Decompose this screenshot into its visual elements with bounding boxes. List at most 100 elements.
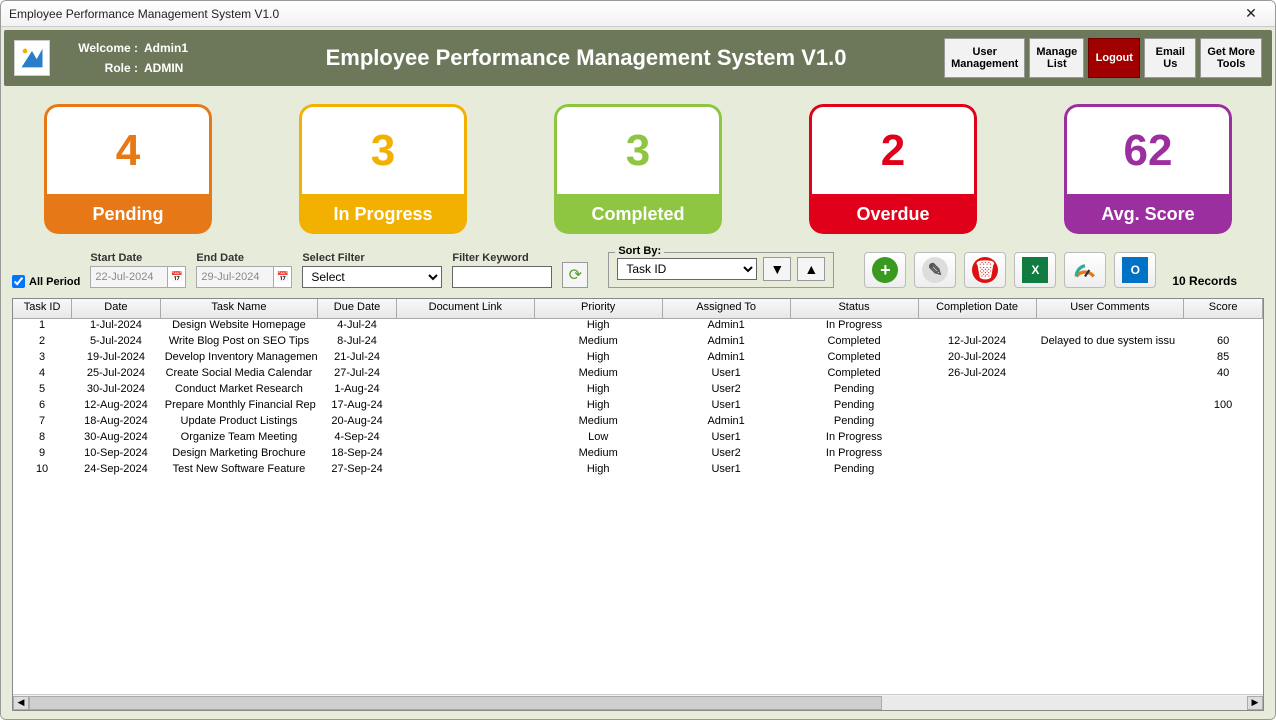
- export-excel-button[interactable]: X: [1014, 252, 1056, 288]
- cell: Low: [535, 431, 663, 447]
- cell: Update Product Listings: [161, 415, 318, 431]
- cell: 27-Sep-24: [318, 463, 397, 479]
- end-date-input[interactable]: [196, 266, 274, 288]
- scroll-track[interactable]: [29, 696, 1247, 710]
- table-row[interactable]: 530-Jul-2024Conduct Market Research1-Aug…: [13, 383, 1263, 399]
- table-row[interactable]: 1024-Sep-2024Test New Software Feature27…: [13, 463, 1263, 479]
- email-us-button[interactable]: EmailUs: [1144, 38, 1196, 78]
- card-pending-count: 4: [44, 104, 212, 194]
- cell: 10: [13, 463, 72, 479]
- all-period-checkbox[interactable]: All Period: [12, 275, 80, 288]
- cell: 20-Aug-24: [318, 415, 397, 431]
- sort-desc-button[interactable]: ▼: [763, 257, 791, 281]
- add-button[interactable]: +: [864, 252, 906, 288]
- get-more-tools-button[interactable]: Get MoreTools: [1200, 38, 1262, 78]
- scroll-left-icon[interactable]: ◀: [13, 696, 29, 710]
- col-taskname[interactable]: Task Name: [161, 299, 318, 318]
- user-management-button[interactable]: UserManagement: [944, 38, 1025, 78]
- welcome-label: Welcome :: [68, 41, 138, 55]
- cell: 20-Jul-2024: [919, 351, 1037, 367]
- card-avg-score-value: 62: [1064, 104, 1232, 194]
- all-period-input[interactable]: [12, 275, 25, 288]
- cell: [919, 415, 1037, 431]
- cell: [397, 383, 535, 399]
- excel-icon: X: [1022, 257, 1048, 283]
- table-row[interactable]: 718-Aug-2024Update Product Listings20-Au…: [13, 415, 1263, 431]
- cell: 19-Jul-2024: [72, 351, 161, 367]
- cell: [1184, 463, 1263, 479]
- scroll-thumb[interactable]: [29, 696, 882, 710]
- welcome-block: Welcome : Admin1 Role : ADMIN: [68, 41, 228, 75]
- cell: Organize Team Meeting: [161, 431, 318, 447]
- calendar-icon[interactable]: 📅: [274, 266, 292, 288]
- cell: [397, 463, 535, 479]
- col-doclink[interactable]: Document Link: [397, 299, 535, 318]
- cell: [1037, 431, 1185, 447]
- card-in-progress-label: In Progress: [299, 194, 467, 234]
- cell: User2: [663, 447, 791, 463]
- delete-button[interactable]: 🗑: [964, 252, 1006, 288]
- cell: 6: [13, 399, 72, 415]
- cell: [1037, 351, 1185, 367]
- table-row[interactable]: 25-Jul-2024Write Blog Post on SEO Tips8-…: [13, 335, 1263, 351]
- grid-header: Task ID Date Task Name Due Date Document…: [13, 299, 1263, 319]
- refresh-button[interactable]: ⟳: [562, 262, 588, 288]
- edit-button[interactable]: ✎: [914, 252, 956, 288]
- cell: [397, 335, 535, 351]
- col-priority[interactable]: Priority: [535, 299, 663, 318]
- col-comments[interactable]: User Comments: [1037, 299, 1185, 318]
- filter-bar: All Period Start Date 📅 End Date 📅 Selec…: [4, 248, 1272, 298]
- cell: Completed: [791, 367, 919, 383]
- cell: 100: [1184, 399, 1263, 415]
- card-avg-score: 62 Avg. Score: [1064, 104, 1232, 234]
- cell: [1184, 431, 1263, 447]
- select-filter-dropdown[interactable]: Select: [302, 266, 442, 288]
- cell: 2: [13, 335, 72, 351]
- header-bar: Welcome : Admin1 Role : ADMIN Employee P…: [4, 30, 1272, 86]
- calendar-icon[interactable]: 📅: [168, 266, 186, 288]
- cell: High: [535, 463, 663, 479]
- cell: High: [535, 351, 663, 367]
- refresh-icon: ⟳: [569, 265, 582, 285]
- col-compdate[interactable]: Completion Date: [919, 299, 1037, 318]
- table-row[interactable]: 425-Jul-2024Create Social Media Calendar…: [13, 367, 1263, 383]
- card-overdue: 2 Overdue: [809, 104, 977, 234]
- table-row[interactable]: 11-Jul-2024Design Website Homepage4-Jul-…: [13, 319, 1263, 335]
- cell: [1037, 367, 1185, 383]
- horizontal-scrollbar[interactable]: ◀ ▶: [13, 694, 1263, 710]
- col-score[interactable]: Score: [1184, 299, 1263, 318]
- cell: High: [535, 399, 663, 415]
- col-date[interactable]: Date: [72, 299, 161, 318]
- sort-asc-button[interactable]: ▲: [797, 257, 825, 281]
- close-icon[interactable]: ✕: [1235, 5, 1267, 22]
- col-duedate[interactable]: Due Date: [318, 299, 397, 318]
- sort-by-dropdown[interactable]: Task ID: [617, 258, 757, 280]
- cell: [919, 319, 1037, 335]
- cell: Medium: [535, 415, 663, 431]
- cell: 25-Jul-2024: [72, 367, 161, 383]
- start-date-input[interactable]: [90, 266, 168, 288]
- table-row[interactable]: 319-Jul-2024Develop Inventory Managemen2…: [13, 351, 1263, 367]
- col-assigned[interactable]: Assigned To: [663, 299, 791, 318]
- cell: [397, 447, 535, 463]
- grid-body[interactable]: 11-Jul-2024Design Website Homepage4-Jul-…: [13, 319, 1263, 694]
- col-status[interactable]: Status: [791, 299, 919, 318]
- titlebar: Employee Performance Management System V…: [1, 1, 1275, 27]
- col-taskid[interactable]: Task ID: [13, 299, 72, 318]
- table-row[interactable]: 830-Aug-2024Organize Team Meeting4-Sep-2…: [13, 431, 1263, 447]
- scroll-right-icon[interactable]: ▶: [1247, 696, 1263, 710]
- logout-button[interactable]: Logout: [1088, 38, 1140, 78]
- table-row[interactable]: 612-Aug-2024Prepare Monthly Financial Re…: [13, 399, 1263, 415]
- dashboard-button[interactable]: [1064, 252, 1106, 288]
- manage-list-button[interactable]: ManageList: [1029, 38, 1084, 78]
- gauge-icon: [1072, 257, 1098, 283]
- filter-keyword-input[interactable]: [452, 266, 552, 288]
- table-row[interactable]: 910-Sep-2024Design Marketing Brochure18-…: [13, 447, 1263, 463]
- cell: 8-Jul-24: [318, 335, 397, 351]
- outlook-button[interactable]: O: [1114, 252, 1156, 288]
- content-area: Welcome : Admin1 Role : ADMIN Employee P…: [1, 27, 1275, 719]
- cell: High: [535, 383, 663, 399]
- action-icon-bar: + ✎ 🗑 X O: [864, 252, 1156, 288]
- cell: 40: [1184, 367, 1263, 383]
- select-filter-label: Select Filter: [302, 252, 442, 264]
